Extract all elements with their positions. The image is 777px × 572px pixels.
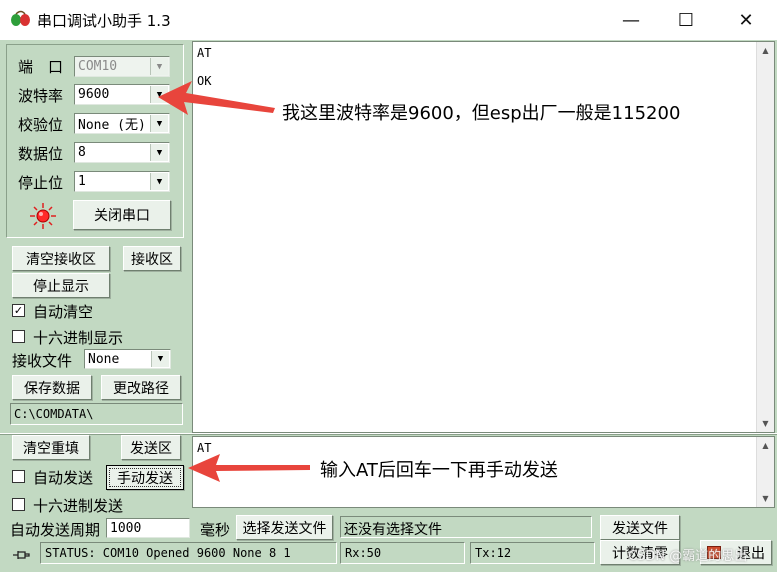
send-annotation-note: 输入AT后回车一下再手动发送 xyxy=(320,460,558,481)
auto-send-checkbox[interactable] xyxy=(12,470,25,483)
databits-label: 数据位 xyxy=(18,145,64,163)
app-logo-icon xyxy=(11,10,30,26)
port-value: COM10 xyxy=(78,59,118,74)
clear-receive-button[interactable]: 清空接收区 xyxy=(12,246,110,271)
close-window-button[interactable]: ✕ xyxy=(720,0,772,40)
watermark: CSDN @霸道的思出 xyxy=(628,549,748,564)
scroll-up-icon[interactable]: ▲ xyxy=(757,42,774,59)
baud-value: 9600 xyxy=(78,87,110,102)
chevron-down-icon: ▼ xyxy=(150,144,168,161)
send-scrollbar[interactable]: ▲ ▼ xyxy=(756,437,774,507)
period-value: 1000 xyxy=(110,520,142,536)
hex-display-label: 十六进制显示 xyxy=(33,329,124,347)
manual-send-button[interactable]: 手动发送 xyxy=(106,465,184,490)
port-label: 端 口 xyxy=(18,58,64,76)
auto-send-period-label: 自动发送周期 xyxy=(10,521,101,539)
chevron-down-icon: ▼ xyxy=(151,351,169,367)
window-title: 串口调试小助手 1.3 xyxy=(37,12,171,30)
panel-divider xyxy=(0,433,777,435)
checkmark-icon: ✓ xyxy=(13,304,24,317)
auto-clear-checkbox[interactable]: ✓ xyxy=(12,304,25,317)
tx-counter: Tx:12 xyxy=(470,542,595,564)
parity-label: 校验位 xyxy=(18,116,64,134)
ms-label: 毫秒 xyxy=(200,521,231,539)
stopbits-select[interactable]: 1 ▼ xyxy=(74,171,170,192)
clear-send-button[interactable]: 清空重填 xyxy=(12,435,90,460)
stopbits-label: 停止位 xyxy=(18,174,64,192)
stopbits-value: 1 xyxy=(78,174,86,189)
receive-line: AT xyxy=(197,46,212,60)
hex-send-label: 十六进制发送 xyxy=(33,497,124,515)
databits-value: 8 xyxy=(78,145,86,160)
receive-file-value: None xyxy=(88,351,120,367)
send-area-button[interactable]: 发送区 xyxy=(121,435,181,460)
chevron-down-icon: ▼ xyxy=(150,173,168,190)
databits-select[interactable]: 8 ▼ xyxy=(74,142,170,163)
stop-display-button[interactable]: 停止显示 xyxy=(12,273,110,298)
scroll-down-icon[interactable]: ▼ xyxy=(757,490,774,507)
send-file-button[interactable]: 发送文件 xyxy=(600,515,680,540)
receive-file-select[interactable]: None ▼ xyxy=(84,349,171,369)
close-port-button[interactable]: 关闭串口 xyxy=(73,200,171,230)
port-select[interactable]: COM10 ▼ xyxy=(74,56,170,77)
save-path-field: C:\COMDATA\ xyxy=(10,403,183,425)
maximize-button[interactable]: ☐ xyxy=(660,0,712,40)
receive-area-button[interactable]: 接收区 xyxy=(123,246,181,271)
baud-label: 波特率 xyxy=(18,87,64,105)
scroll-up-icon[interactable]: ▲ xyxy=(757,437,774,454)
send-file-status: 还没有选择文件 xyxy=(340,516,592,538)
rx-counter: Rx:50 xyxy=(340,542,465,564)
choose-send-file-button[interactable]: 选择发送文件 xyxy=(236,515,333,540)
change-path-button[interactable]: 更改路径 xyxy=(101,375,181,400)
auto-send-period-input[interactable]: 1000 xyxy=(106,518,190,538)
chevron-down-icon: ▼ xyxy=(150,58,168,75)
save-data-button[interactable]: 保存数据 xyxy=(12,375,92,400)
minimize-button[interactable]: — xyxy=(605,0,657,40)
hex-send-checkbox[interactable] xyxy=(12,498,25,511)
baud-annotation-arrow-icon xyxy=(158,81,275,115)
hex-display-checkbox[interactable] xyxy=(12,330,25,343)
auto-send-label: 自动发送 xyxy=(33,469,94,487)
baud-annotation-note: 我这里波特率是9600，但esp出厂一般是115200 xyxy=(282,103,681,124)
port-status-led-icon xyxy=(30,203,56,229)
send-annotation-arrow-icon xyxy=(188,454,310,482)
title-bar: 串口调试小助手 1.3 — ☐ ✕ xyxy=(0,0,777,40)
pin-icon[interactable] xyxy=(12,548,30,562)
receive-scrollbar[interactable]: ▲ ▼ xyxy=(756,42,774,432)
receive-file-label: 接收文件 xyxy=(12,352,73,370)
scroll-down-icon[interactable]: ▼ xyxy=(757,415,774,432)
receive-line xyxy=(197,60,211,74)
parity-value: None (无) xyxy=(78,118,146,133)
status-text: STATUS: COM10 Opened 9600 None 8 1 xyxy=(40,542,337,564)
auto-clear-label: 自动清空 xyxy=(33,303,94,321)
